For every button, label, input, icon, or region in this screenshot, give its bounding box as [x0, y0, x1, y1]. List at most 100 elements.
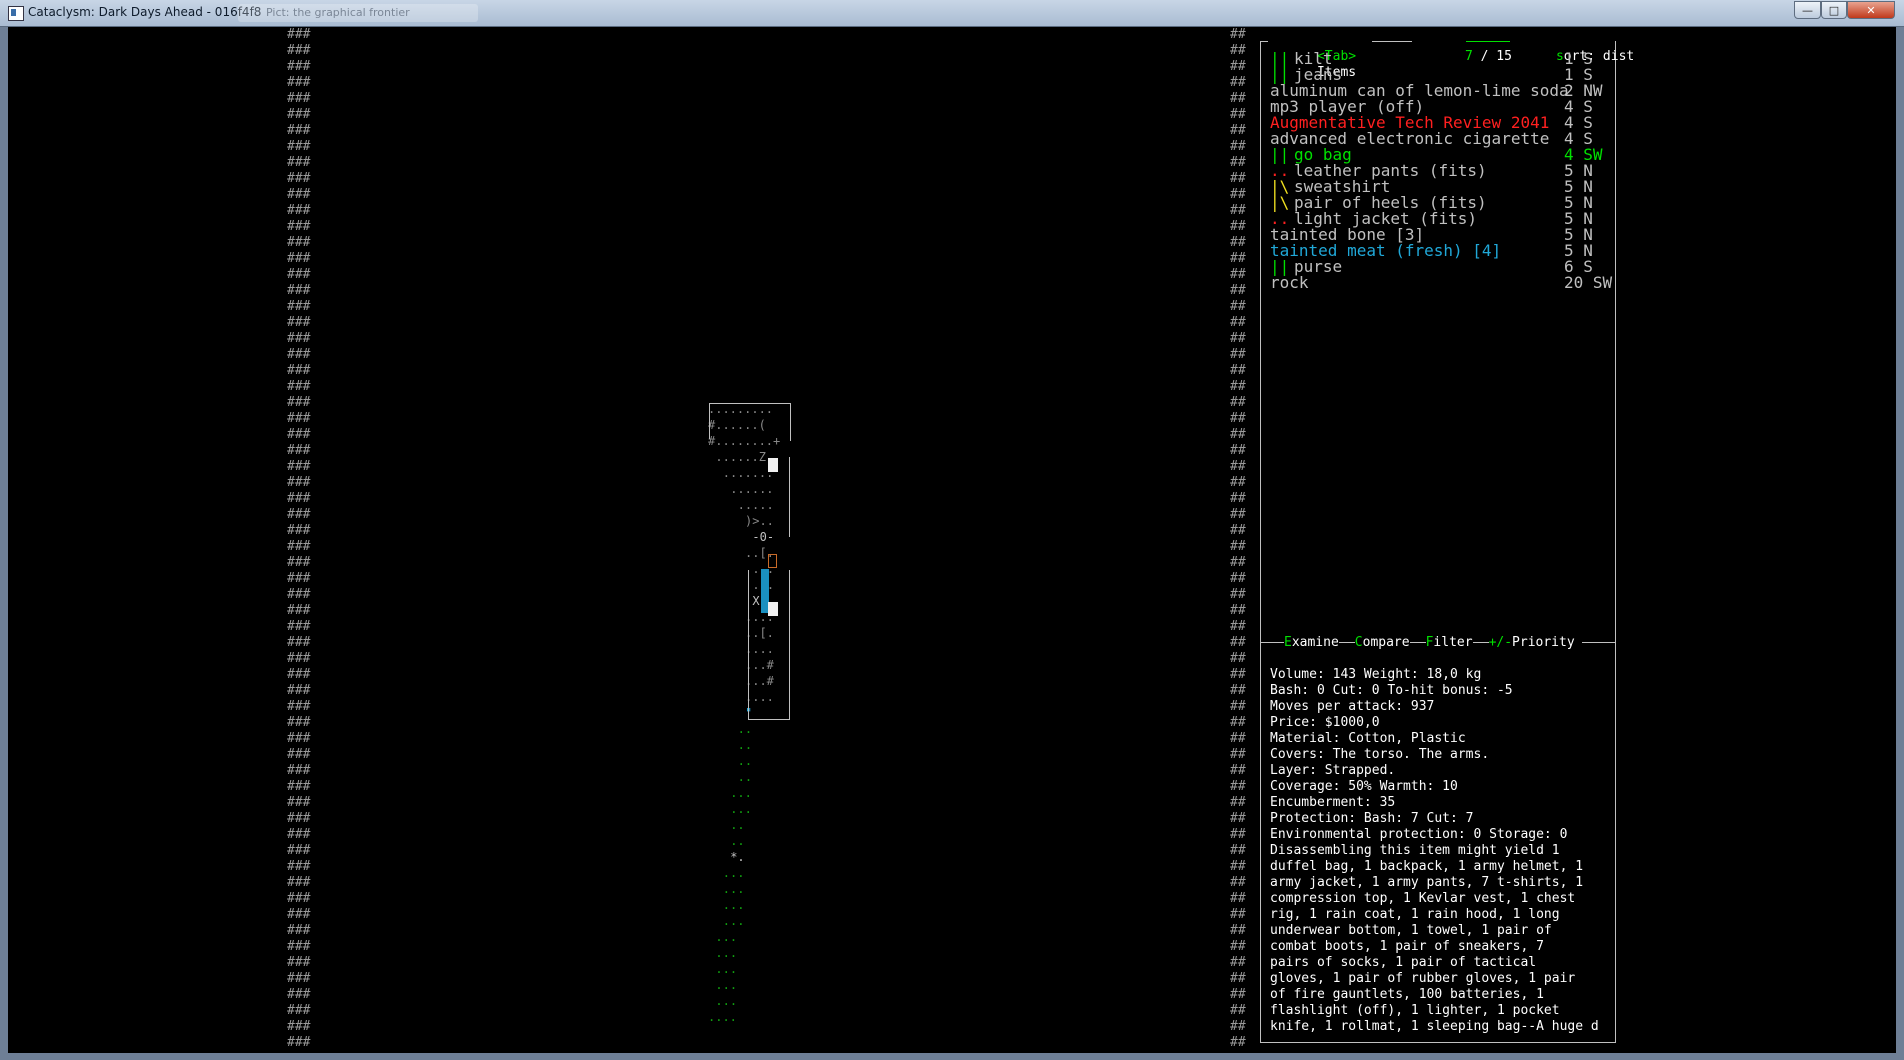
map-row: #......( [708, 418, 766, 432]
map-row: .. [737, 738, 753, 752]
wall-glyph: ### [287, 363, 311, 378]
wall-glyph: ### [287, 219, 311, 234]
map-row: ...... [730, 482, 774, 496]
wall-glyph: ## [1230, 299, 1246, 314]
wall-glyph: ### [287, 955, 311, 970]
wall-glyph: ### [287, 971, 311, 986]
item-row[interactable]: |\ sweatshirt 5 N [1270, 177, 1610, 196]
wall-glyph: ## [1230, 283, 1246, 298]
wall-glyph: ### [287, 795, 311, 810]
action-label: Priority [1512, 635, 1575, 650]
wall-glyph: ## [1230, 1003, 1246, 1018]
wall-glyph: ## [1230, 715, 1246, 730]
info-line: duffel bag, 1 backpack, 1 army helmet, 1 [1270, 859, 1584, 874]
map-row: -0- [752, 530, 775, 544]
wall-glyph: ### [287, 411, 311, 426]
info-line: underwear bottom, 1 towel, 1 pair of [1270, 923, 1552, 938]
wall-glyph: ## [1230, 347, 1246, 362]
wall-glyph: ### [287, 459, 311, 474]
action-priority[interactable]: +/-Priority [1489, 635, 1575, 650]
item-row[interactable]: rock 20 SW [1270, 273, 1612, 292]
action-bar-line [1582, 642, 1616, 643]
wall-glyph: ## [1230, 971, 1246, 986]
map-row: ... [722, 866, 745, 880]
wall-glyph: ## [1230, 27, 1246, 42]
wall-glyph: ## [1230, 475, 1246, 490]
wall-glyph: ## [1230, 603, 1246, 618]
info-line: Protection: Bash: 7 Cut: 7 [1270, 811, 1474, 826]
wall-glyph: ## [1230, 203, 1246, 218]
maximize-button[interactable]: □ [1821, 1, 1847, 19]
wall-glyph: ## [1230, 907, 1246, 922]
wall-glyph: ## [1230, 987, 1246, 1002]
item-row[interactable]: .. leather pants (fits) 5 N [1270, 161, 1610, 180]
wall-glyph: ## [1230, 507, 1246, 522]
right-wall-column: ## ## ## ## ## ## ## ## ## ## ## ## ## ## ## ## ## ## ## ##… [1230, 27, 1246, 1051]
wall-glyph: ### [287, 507, 311, 522]
item-row[interactable]: |\ pair of heels (fits) 5 N [1270, 193, 1610, 212]
item-row[interactable]: || go bag 4 SW [1270, 145, 1610, 164]
action-key: E [1284, 635, 1292, 650]
game-viewport[interactable]: ### ### ### ### ### ### ### ### ### ### ### ### ### #… [8, 27, 1896, 1053]
map-building-wall-lower-left [748, 570, 749, 720]
info-line: Disassembling this item might yield 1 [1270, 843, 1560, 858]
wall-glyph: ### [287, 203, 311, 218]
info-line: Bash: 0 Cut: 0 To-hit bonus: -5 [1270, 683, 1513, 698]
item-row[interactable]: .. light jacket (fits) 5 N [1270, 209, 1610, 228]
map-row: .. [737, 722, 753, 736]
wall-glyph: ## [1230, 155, 1246, 170]
item-row[interactable]: || jeans 1 S [1270, 65, 1610, 84]
action-label: ompare [1362, 635, 1410, 650]
panel-border-top-segment [1260, 41, 1268, 42]
map-zombie-highlight [768, 458, 778, 472]
action-xamine[interactable]: Examine [1284, 635, 1339, 650]
wall-glyph: ### [287, 475, 311, 490]
info-line: Environmental protection: 0 Storage: 0 [1270, 827, 1568, 842]
wall-glyph: ## [1230, 795, 1246, 810]
wall-glyph: ### [287, 923, 311, 938]
wall-glyph: ### [287, 107, 311, 122]
item-row[interactable]: Augmentative Tech Review 2041 4 S [1270, 113, 1610, 132]
wall-glyph: ### [287, 251, 311, 266]
wall-glyph: ## [1230, 491, 1246, 506]
wall-glyph: ### [287, 283, 311, 298]
wall-glyph: ### [287, 315, 311, 330]
wall-glyph: ## [1230, 955, 1246, 970]
map-row: ... [722, 914, 745, 928]
item-row[interactable]: advanced electronic cigarette 4 S [1270, 129, 1610, 148]
wall-glyph: ### [287, 843, 311, 858]
minimize-button[interactable]: — [1794, 1, 1821, 19]
wall-glyph: ### [287, 811, 311, 826]
wall-glyph: ### [287, 699, 311, 714]
wall-glyph: ## [1230, 763, 1246, 778]
wall-glyph: ## [1230, 859, 1246, 874]
panel-border-top-segment [1372, 41, 1412, 42]
wall-glyph: ### [287, 491, 311, 506]
wall-glyph: ## [1230, 891, 1246, 906]
item-row[interactable]: tainted meat (fresh) [4] 5 N [1270, 241, 1610, 260]
item-row[interactable]: mp3 player (off) 4 S [1270, 97, 1610, 116]
window-titlebar[interactable]: Cataclysm: Dark Days Ahead - 016f4f8 Pic… [0, 0, 1904, 27]
map-building-wall-bottom [748, 719, 790, 720]
wall-glyph: ### [287, 267, 311, 282]
wall-glyph: ### [287, 891, 311, 906]
action-ompare[interactable]: Compare [1355, 635, 1410, 650]
items-panel[interactable]: <Tab> Items 7 / 15 sort: dist || kilt 1 S |… [1260, 33, 1634, 1043]
wall-glyph: ## [1230, 123, 1246, 138]
action-ilter[interactable]: Filter [1426, 635, 1473, 650]
item-row[interactable]: aluminum can of lemon-lime soda 2 NW [1270, 81, 1610, 100]
wall-glyph: ### [287, 155, 311, 170]
wall-glyph: ### [287, 907, 311, 922]
item-row[interactable]: tainted bone [3] 5 N [1270, 225, 1610, 244]
wall-glyph: ### [287, 683, 311, 698]
item-row[interactable]: || purse 6 S [1270, 257, 1610, 276]
close-button[interactable]: ✕ [1847, 1, 1895, 19]
wall-glyph: ## [1230, 699, 1246, 714]
wall-glyph: ## [1230, 75, 1246, 90]
item-row[interactable]: || kilt 1 S [1270, 49, 1610, 68]
info-line: knife, 1 rollmat, 1 sleeping bag--A huge… [1270, 1019, 1599, 1034]
wall-glyph: ## [1230, 235, 1246, 250]
wall-glyph: ## [1230, 747, 1246, 762]
info-line: Covers: The torso. The arms. [1270, 747, 1490, 762]
map-building-wall-lower-right [789, 570, 790, 720]
